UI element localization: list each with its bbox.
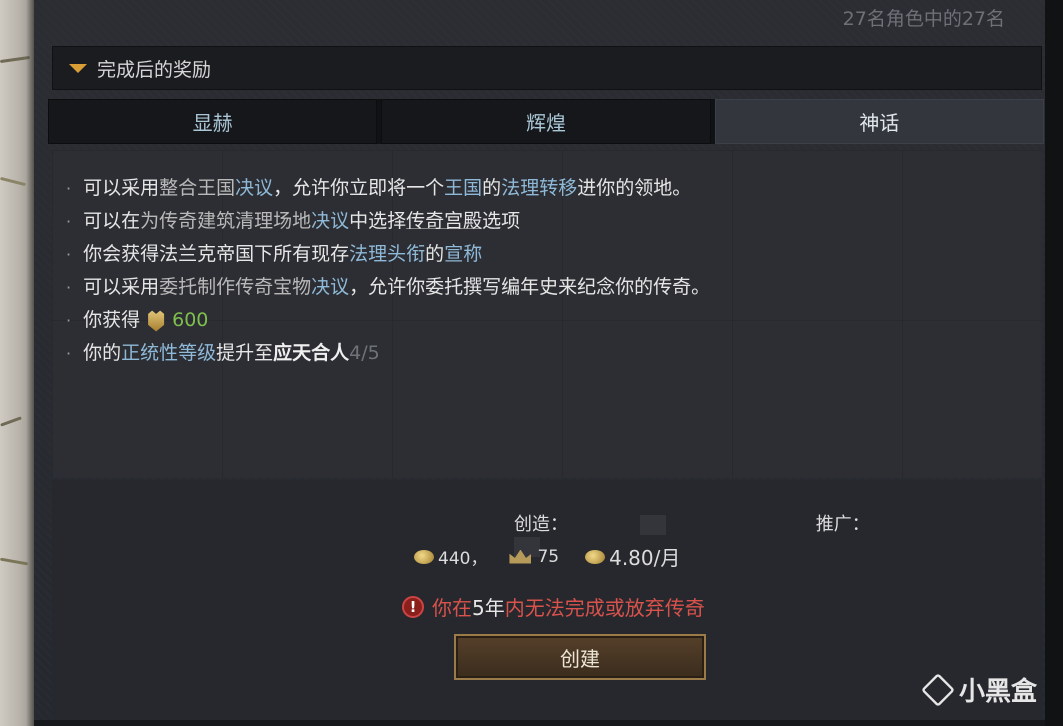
warning-message: ! 你在 5年 内无法完成或放弃传奇 [402, 592, 705, 621]
tab-mythical[interactable]: 神话 [714, 99, 1044, 144]
rewards-section-header[interactable]: 完成后的奖励 [52, 46, 1042, 90]
reward-text: 下所有现存 [254, 243, 350, 265]
section-title: 完成后的奖励 [97, 58, 212, 81]
list-item: · 可以采用 整合王国 决议 ，允许你立即将一个 王国的法理转移 进你的领地。 [66, 172, 1042, 205]
cost-values: 440， 75 4.80/月 [414, 542, 680, 571]
bullet: · [66, 344, 72, 363]
gold-coin-icon [414, 549, 434, 564]
right-edge-strip [1045, 0, 1063, 726]
de-jure-link[interactable]: 法理 [349, 238, 387, 271]
watermark-text: 小黑盒 [958, 677, 1037, 707]
create-button[interactable]: 创建 [454, 634, 706, 680]
collapse-triangle-icon[interactable] [69, 63, 87, 73]
title-link[interactable]: 头衔 [387, 238, 425, 271]
legendary-palace-link[interactable]: 传奇宫殿 [406, 205, 482, 238]
reward-text: 为传奇建筑清理场地 [140, 210, 312, 232]
list-item: · 可以在 为传奇建筑清理场地 决议 中选择 传奇宫殿 选项 [66, 205, 1042, 238]
list-item: · 你获得 600 [66, 304, 1042, 337]
de-jure-link[interactable]: 法理转移 [501, 172, 577, 205]
bullet: · [66, 179, 72, 198]
gold-cost-value: 440， [438, 549, 488, 569]
map-road [0, 416, 22, 427]
promote-cost-text: 推广： [815, 514, 870, 535]
list-item: · 你的 正统性等级 提升至 应天合人 4/5 [66, 337, 1042, 370]
reward-text: 可以在 [83, 210, 141, 232]
bullet: · [66, 311, 72, 330]
tab-illustrious[interactable]: 显赫 [48, 99, 378, 144]
reward-text: 中选择 [349, 210, 407, 232]
reward-text: 提升至 [216, 342, 274, 364]
legend-panel: 27名角色中的27名 完成后的奖励 显赫 辉煌 神话 · 可以采用 整合王国 决议，… [34, 0, 1045, 726]
warning-text: 内无法完成或放弃传奇 [504, 596, 705, 620]
gold-coin-icon [585, 549, 606, 564]
warning-years: 5年 [472, 596, 505, 620]
reward-text: ，允许你委托撰写编年史来纪念你的传奇。 [349, 276, 711, 298]
create-cost-text: 创造： [514, 514, 568, 535]
reward-text: 你会获得 [83, 243, 160, 265]
reward-text: 委托制作传奇宝物 [159, 276, 312, 298]
prestige-cost-value: 75 [537, 546, 560, 567]
decision-link[interactable]: 决议 [235, 172, 273, 205]
decision-link[interactable]: 决议 [311, 271, 349, 304]
reward-text: 进你的领地。 [577, 177, 692, 199]
reward-text: 选项 [482, 210, 521, 232]
cost-and-actions: 创造： 推广： 440， 75 4.80/月 ! 你在 5年 内无法完成或放弃传奇 … [52, 480, 1042, 726]
prestige-icon [148, 310, 165, 332]
legitimacy-level-value: 4/5 [349, 342, 380, 364]
character-count: 27名角色中的27名 [842, 8, 1005, 30]
bottom-border [34, 720, 1045, 726]
rewards-list-area: · 可以采用 整合王国 决议 ，允许你立即将一个 王国的法理转移 进你的领地。 · 可以在… [52, 150, 1042, 478]
prestige-value: 600 [172, 309, 209, 331]
legitimacy-level-name: 应天合人 [273, 342, 350, 364]
map-road [0, 176, 26, 187]
list-item: · 可以采用 委托制作传奇宝物 决议 ，允许你委托撰写编年史来纪念你的传奇。 [66, 271, 1042, 304]
warning-text: 你在 [432, 596, 472, 620]
reward-text: 整合王国 [159, 177, 236, 199]
kingdom-link[interactable]: 王国 [444, 172, 482, 205]
rewards-list: · 可以采用 整合王国 决议 ，允许你立即将一个 王国的法理转移 进你的领地。 · 可以在… [52, 150, 1042, 370]
prestige-crown-icon [509, 549, 532, 564]
reward-text: ，允许你立即将一个 [273, 177, 445, 199]
blurred-area [640, 515, 666, 535]
watermark: 小黑盒 [921, 671, 1037, 708]
bullet: · [66, 245, 72, 264]
decision-link[interactable]: 决议 [311, 205, 349, 238]
reward-tier-tabs: 显赫 辉煌 神话 [48, 99, 1044, 144]
reward-text: 你获得 [83, 309, 141, 331]
bullet: · [66, 278, 72, 297]
monthly-cost-value: 4.80/月 [609, 546, 681, 570]
reward-text: 可以采用 [83, 177, 160, 199]
tab-glorious[interactable]: 辉煌 [381, 99, 711, 144]
legitimacy-level-link[interactable]: 正统性等级 [121, 337, 216, 370]
empire-name[interactable]: 法兰克帝国 [159, 238, 254, 271]
create-cost-label: 创造： [514, 514, 738, 535]
bullet: · [66, 212, 72, 231]
reward-text: 的 [482, 177, 502, 199]
map-background-strip [0, 0, 34, 726]
reward-text: 你的 [83, 342, 122, 364]
list-item: · 你会获得 法兰克帝国 下所有现存 法理 头衔的宣称 [66, 238, 1042, 271]
reward-text: 的 [425, 243, 445, 265]
map-shade [26, 0, 34, 726]
claim-link[interactable]: 宣称 [444, 238, 482, 271]
xiaoheihe-logo-icon [921, 672, 955, 707]
map-road [0, 557, 29, 566]
reward-text: 可以采用 [83, 276, 160, 298]
exclamation-icon: ! [402, 595, 424, 618]
